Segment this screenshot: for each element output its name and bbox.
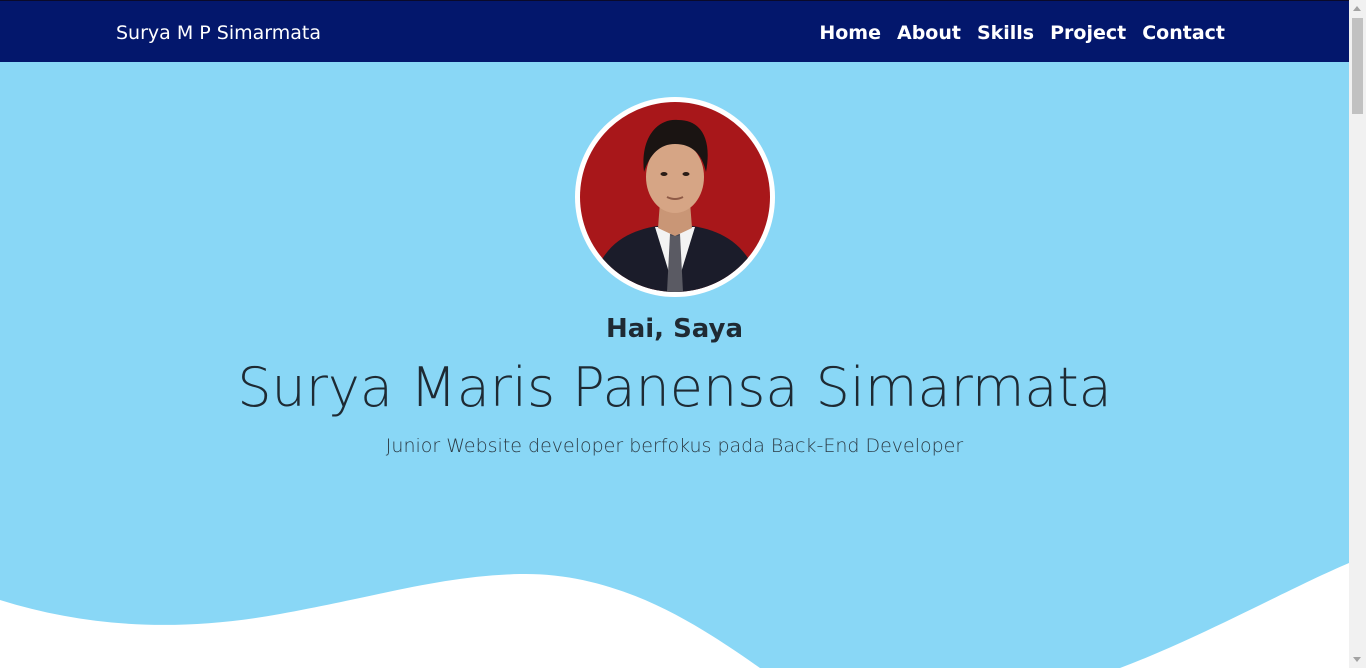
brand-link[interactable]: Surya M P Simarmata — [116, 22, 321, 44]
navbar: Surya M P Simarmata Home About Skills Pr… — [0, 0, 1349, 62]
avatar — [575, 97, 775, 297]
nav-link-home[interactable]: Home — [819, 21, 881, 45]
tagline-text: Junior Website developer berfokus pada B… — [385, 435, 964, 457]
nav-link-project[interactable]: Project — [1050, 21, 1126, 45]
full-name-heading: Surya Maris Panensa Simarmata — [237, 356, 1112, 419]
hero-section: Hai, Saya Surya Maris Panensa Simarmata … — [0, 62, 1349, 668]
vertical-scrollbar[interactable] — [1349, 0, 1366, 668]
profile-photo-icon — [580, 102, 770, 292]
scroll-thumb[interactable] — [1352, 18, 1363, 114]
nav-link-contact[interactable]: Contact — [1142, 21, 1225, 45]
scroll-down-icon[interactable] — [1353, 657, 1361, 662]
nav-links: Home About Skills Project Contact — [819, 21, 1225, 45]
scroll-up-icon[interactable] — [1353, 6, 1361, 11]
nav-link-skills[interactable]: Skills — [977, 21, 1034, 45]
nav-link-about[interactable]: About — [897, 21, 961, 45]
greeting-text: Hai, Saya — [605, 314, 744, 344]
wave-divider — [0, 563, 1349, 668]
